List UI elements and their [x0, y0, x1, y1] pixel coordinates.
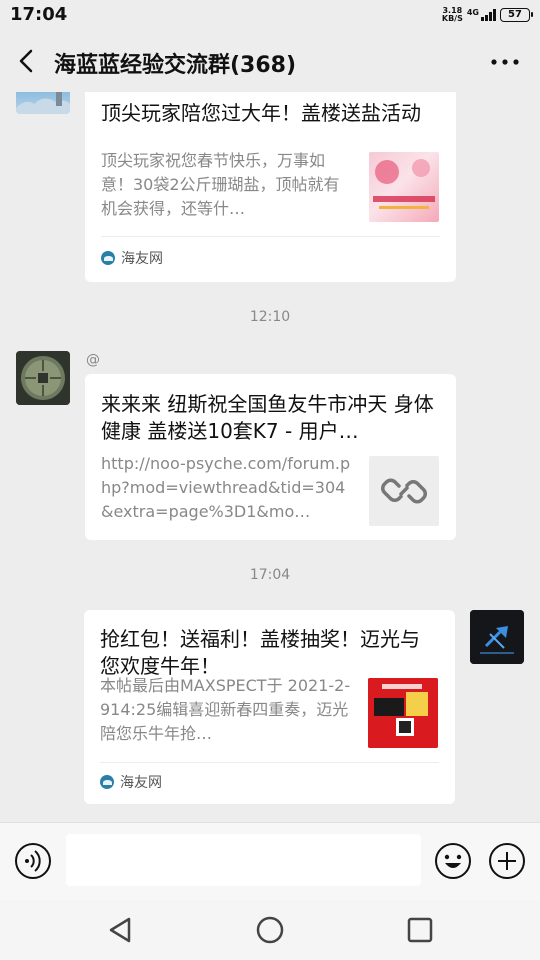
nav-recents-icon[interactable] — [405, 915, 435, 945]
card-source-name: 海友网 — [121, 251, 163, 267]
source-logo-icon — [101, 251, 115, 265]
card-source: 海友网 — [101, 248, 163, 268]
network-speed-unit: KB/S — [441, 14, 463, 23]
message-timestamp: 17:04 — [249, 567, 291, 583]
card-divider — [100, 762, 439, 763]
nav-home-icon[interactable] — [255, 915, 285, 945]
link-card[interactable]: 来来来 纽斯祝全国鱼友牛市冲天 身体健康 盖楼送10套K7 - 用户… http… — [85, 374, 456, 540]
voice-icon[interactable] — [14, 842, 52, 880]
more-dots-icon[interactable] — [490, 52, 520, 72]
card-source-name: 海友网 — [120, 775, 162, 791]
chat-header: 海蓝蓝经验交流群(368) — [0, 30, 540, 92]
network-type: 4G — [466, 7, 479, 17]
chat-title: 海蓝蓝经验交流群(368) — [54, 53, 297, 78]
source-logo-icon — [100, 775, 114, 789]
battery-level: 57 — [508, 9, 522, 20]
own-avatar[interactable] — [470, 610, 524, 664]
emoji-icon[interactable] — [434, 842, 472, 880]
plus-icon[interactable] — [488, 842, 526, 880]
card-title: 抢红包！送福利！盖楼抽奖！迈光与您欢度牛年！ — [100, 627, 420, 678]
link-card[interactable]: 顶尖玩家陪您过大年！盖楼送盐活动 顶尖玩家祝您春节快乐，万事如意！30袋2公斤珊… — [85, 92, 456, 282]
card-source: 海友网 — [100, 772, 162, 792]
message-input[interactable] — [66, 834, 421, 886]
card-title: 来来来 纽斯祝全国鱼友牛市冲天 身体健康 盖楼送10套K7 - 用户… — [101, 392, 434, 443]
card-description: 本帖最后由MAXSPECT于 2021-2-914:25编辑喜迎新春四重奏，迈光… — [100, 676, 351, 743]
input-bar — [0, 822, 540, 900]
nav-back-icon[interactable] — [105, 915, 135, 945]
card-divider — [101, 236, 440, 237]
link-icon — [381, 478, 427, 504]
signal-icon — [481, 9, 496, 21]
sender-avatar[interactable] — [16, 92, 70, 114]
card-description: 顶尖玩家祝您春节快乐，万事如意！30袋2公斤珊瑚盐，顶帖就有机会获得，还等什… — [101, 151, 340, 218]
link-card[interactable]: 抢红包！送福利！盖楼抽奖！迈光与您欢度牛年！ 本帖最后由MAXSPECT于 20… — [84, 610, 455, 804]
card-description: http://noo-psyche.com/forum.php?mod=view… — [101, 454, 351, 521]
sender-avatar[interactable] — [16, 351, 70, 405]
status-indicators: 3.18 KB/S 4G 57 — [442, 5, 533, 25]
card-thumbnail — [369, 456, 439, 526]
status-bar: 17:04 3.18 KB/S 4G 57 — [0, 0, 540, 30]
card-thumbnail — [369, 152, 439, 222]
card-title: 顶尖玩家陪您过大年！盖楼送盐活动 — [101, 101, 421, 125]
network-speed: 3.18 KB/S — [442, 7, 463, 23]
back-arrow-icon[interactable] — [12, 46, 42, 76]
message-timestamp: 12:10 — [249, 309, 291, 325]
battery-icon: 57 — [500, 8, 533, 22]
message-list[interactable]: 顶尖玩家陪您过大年！盖楼送盐活动 顶尖玩家祝您春节快乐，万事如意！30袋2公斤珊… — [0, 92, 540, 822]
status-time: 17:04 — [10, 4, 68, 25]
card-thumbnail — [368, 678, 438, 748]
sender-name: @ — [86, 352, 100, 368]
system-navigation-bar — [0, 900, 540, 960]
